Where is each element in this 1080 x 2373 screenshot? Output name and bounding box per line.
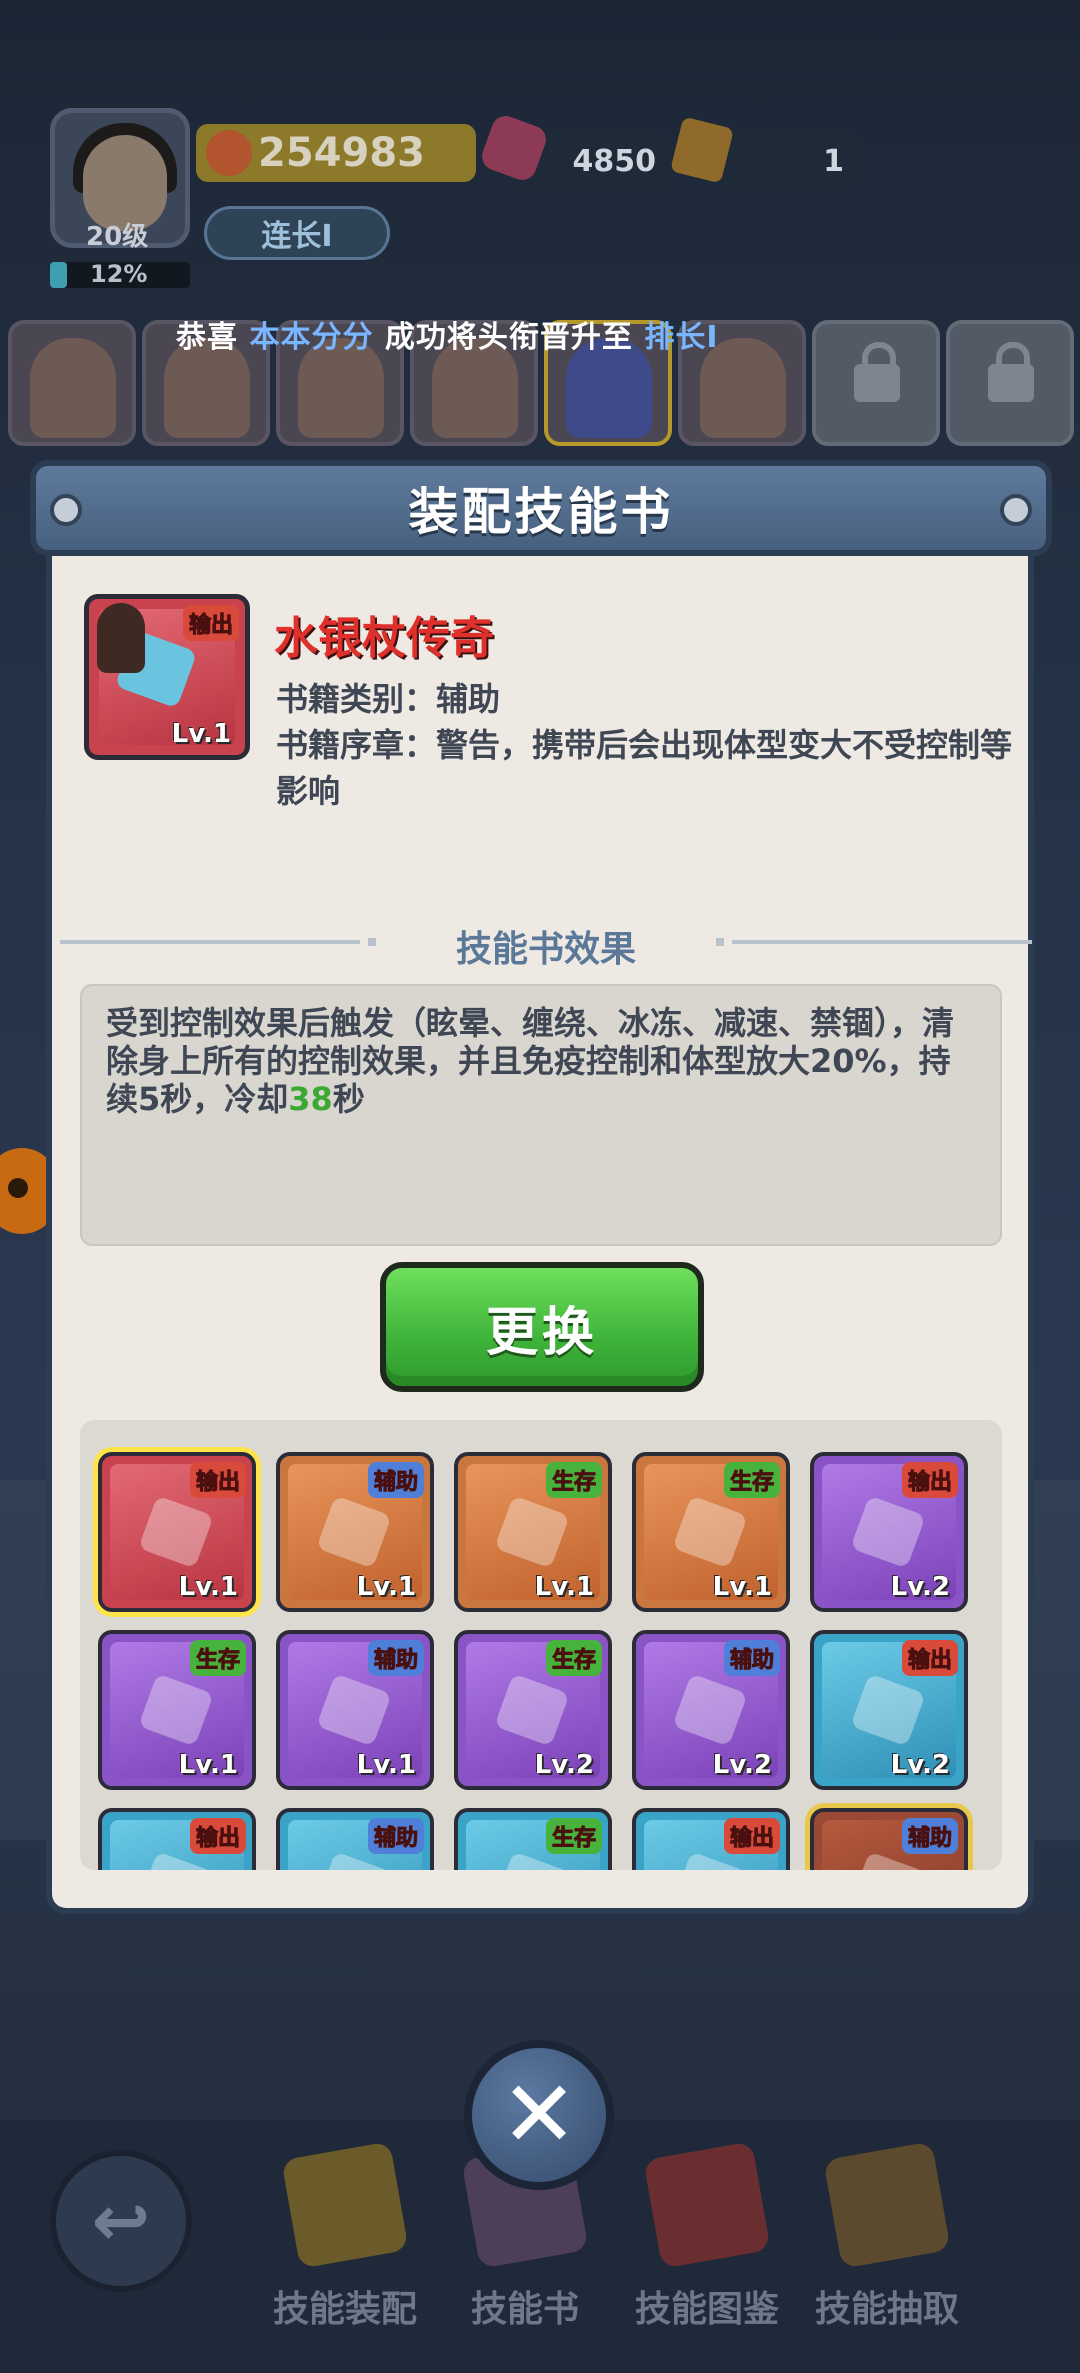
book-role-tag: 输出 [182, 605, 239, 641]
book-role-tag: 辅助 [367, 1462, 424, 1498]
cooldown-value: 38 [288, 1080, 333, 1118]
book-role-tag: 辅助 [367, 1640, 424, 1676]
hero-slot[interactable] [8, 320, 136, 446]
nav-label: 技能抽取 [814, 2289, 959, 2330]
hero-slot-locked[interactable] [946, 320, 1074, 446]
fire-icon [206, 130, 252, 176]
effect-description: 受到控制效果后触发（眩晕、缠绕、冰冻、减速、禁锢），清除身上所有的控制效果，并且… [106, 1004, 966, 1118]
nav-skill-gallery[interactable]: 技能图鉴 [622, 2141, 792, 2340]
ticket-value: 1 [823, 143, 844, 179]
book-role-tag: 生存 [545, 1640, 602, 1676]
back-arrow-icon[interactable]: ↩ [50, 2150, 192, 2292]
book-card[interactable]: 生存 Lv.2 [454, 1630, 612, 1790]
book-role-tag: 输出 [189, 1818, 246, 1854]
book-role-tag: 辅助 [723, 1640, 780, 1676]
player-level: 20级 [86, 222, 149, 252]
book-card[interactable]: 生存 [454, 1808, 612, 1870]
book-level: Lv.1 [712, 1572, 772, 1602]
book-role-tag: 输出 [901, 1640, 958, 1676]
section-title: 技能书效果 [455, 929, 636, 970]
book-level: Lv.1 [178, 1572, 238, 1602]
power-value: 254983 [258, 130, 425, 176]
nav-label: 技能装配 [272, 2289, 417, 2330]
book-level: Lv.1 [178, 1750, 238, 1780]
book-level: Lv.1 [356, 1572, 416, 1602]
promotion-notice: 恭喜 本本分分 成功将头衔晋升至 排长I [176, 312, 719, 356]
book-card[interactable]: 辅助 [276, 1808, 434, 1870]
book-level: Lv.2 [712, 1750, 772, 1780]
notice-rank: 排长I [644, 320, 719, 355]
swap-button-label: 更换 [485, 1302, 598, 1363]
book-card[interactable]: 输出 Lv.2 [810, 1452, 968, 1612]
book-card[interactable]: 输出 [98, 1808, 256, 1870]
book-level: Lv.1 [171, 719, 231, 749]
notice-player-name: 本本分分 [249, 320, 374, 355]
book-card[interactable]: 辅助 Lv.1 [276, 1630, 434, 1790]
ticket-counter[interactable]: 1 [710, 132, 860, 190]
nav-label: 技能书 [470, 2289, 579, 2330]
book-role-tag: 输出 [723, 1818, 780, 1854]
nav-skill-equip[interactable]: 技能装配 [260, 2141, 430, 2340]
close-x-icon[interactable]: ✕ [464, 2040, 614, 2190]
book-card[interactable]: 生存 Lv.1 [454, 1452, 612, 1612]
book-level: Lv.2 [890, 1750, 950, 1780]
modal-title: 装配技能书 [408, 483, 674, 541]
effect-text: 受到控制效果后触发（眩晕、缠绕、冰冻、减速、禁锢），清除身上所有的控制效果，并且… [106, 1004, 955, 1118]
book-grid: 输出 Lv.1 辅助 Lv.1 生存 Lv.1 生存 Lv.1 输出 Lv.2 生存 Lv.1 辅助 Lv… [80, 1420, 1002, 1870]
book-role-tag: 生存 [723, 1462, 780, 1498]
book-role-tag: 生存 [545, 1818, 602, 1854]
gem-value: 4850 [572, 143, 657, 179]
skill-equip-icon [281, 2141, 409, 2269]
book-preface: 书籍序章：警告，携带后会出现体型变大不受控制等影响 [276, 726, 1013, 810]
exp-percent: 12% [90, 260, 148, 288]
book-card[interactable]: 输出 Lv.1 [98, 1452, 256, 1612]
skill-draw-icon [823, 2141, 951, 2269]
rank-badge[interactable]: 连长I [204, 206, 390, 260]
book-card[interactable]: 辅助 Lv.2 [632, 1630, 790, 1790]
notice-middle: 成功将头衔晋升至 [373, 320, 645, 355]
book-role-tag: 辅助 [901, 1818, 958, 1854]
book-level: Lv.2 [890, 1572, 950, 1602]
swap-button[interactable]: 更换 [380, 1262, 704, 1392]
book-card[interactable]: 辅助 [810, 1808, 968, 1870]
book-level: Lv.1 [534, 1572, 594, 1602]
book-level: Lv.2 [534, 1750, 594, 1780]
nav-skill-draw[interactable]: 技能抽取 [802, 2141, 972, 2340]
selected-book-card: 输出 Lv.1 [84, 594, 250, 760]
book-card[interactable]: 输出 [632, 1808, 790, 1870]
book-level: Lv.1 [356, 1750, 416, 1780]
character-icon [97, 603, 145, 673]
book-role-tag: 生存 [545, 1462, 602, 1498]
book-category: 书籍类别：辅助 [276, 680, 501, 718]
book-card[interactable]: 生存 Lv.1 [98, 1630, 256, 1790]
book-card[interactable]: 输出 Lv.2 [810, 1630, 968, 1790]
book-card[interactable]: 辅助 Lv.1 [276, 1452, 434, 1612]
rivet-icon [50, 494, 82, 526]
exp-bar-fill [50, 262, 67, 288]
hero-slot-locked[interactable] [812, 320, 940, 446]
notice-prefix: 恭喜 [176, 320, 250, 355]
modal-panel: 输出 Lv.1 水银杖传奇 书籍类别：辅助 书籍序章：警告，携带后会出现体型变大… [46, 552, 1034, 1914]
effect-box: 受到控制效果后触发（眩晕、缠绕、冰冻、减速、禁锢），清除身上所有的控制效果，并且… [80, 984, 1002, 1246]
hero-portrait [30, 338, 116, 438]
modal-header: 装配技能书 [30, 460, 1052, 556]
book-name: 水银杖传奇 [274, 613, 494, 664]
book-role-tag: 输出 [189, 1462, 246, 1498]
effect-unit: 秒 [332, 1080, 365, 1118]
lock-icon [854, 342, 900, 402]
book-role-tag: 生存 [189, 1640, 246, 1676]
book-role-tag: 输出 [901, 1462, 958, 1498]
rivet-icon [1000, 494, 1032, 526]
section-header: 技能书效果 [60, 912, 1032, 972]
nav-label: 技能图鉴 [634, 2289, 779, 2330]
book-role-tag: 辅助 [367, 1818, 424, 1854]
book-card[interactable]: 生存 Lv.1 [632, 1452, 790, 1612]
power-counter: 254983 [196, 124, 476, 182]
skill-gallery-icon [643, 2141, 771, 2269]
lock-icon [988, 342, 1034, 402]
